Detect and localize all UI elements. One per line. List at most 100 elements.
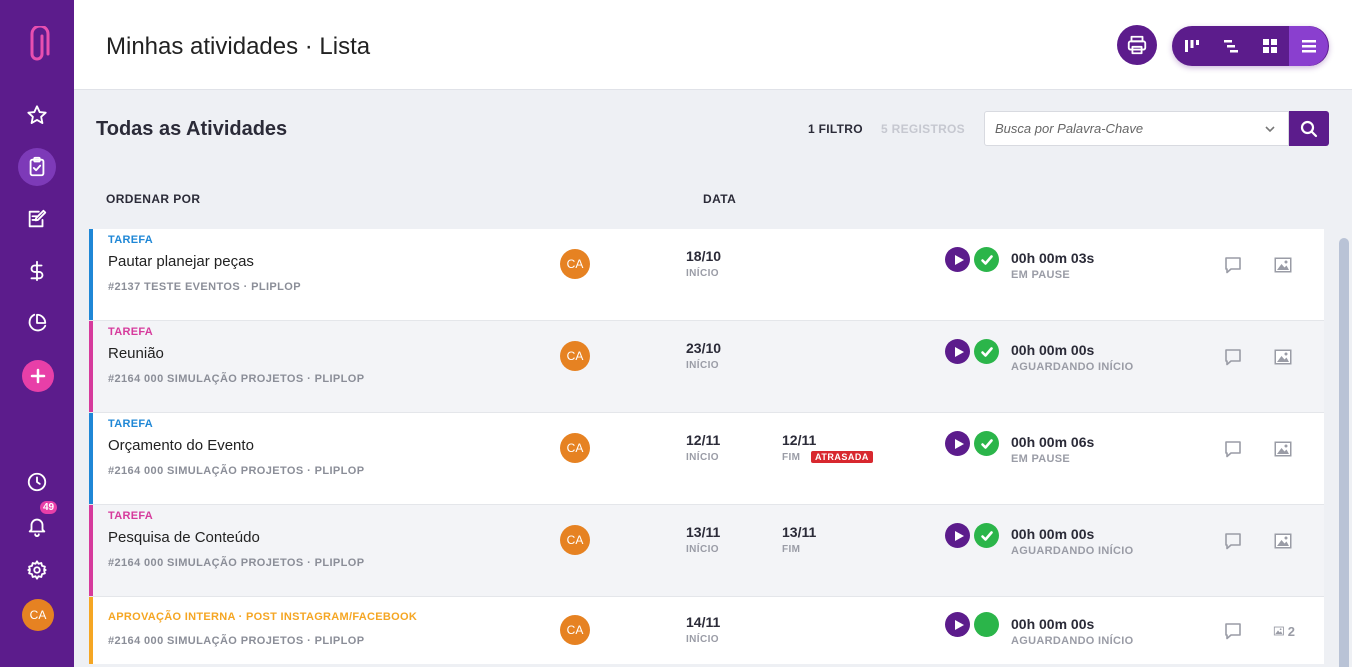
activity-title[interactable]: Orçamento do Evento (108, 437, 254, 454)
play-icon (954, 619, 964, 630)
activity-project: #2164 000 SIMULAÇÃO PROJETOS · PLIPLOP (108, 373, 365, 385)
record-count: 5 REGISTROS (881, 122, 965, 136)
search-icon (1300, 120, 1318, 137)
start-date: 23/10 (686, 340, 722, 356)
play-button[interactable] (945, 431, 970, 456)
chevron-down-icon[interactable] (1264, 122, 1276, 134)
start-date-label: INÍCIO (686, 360, 719, 371)
sidebar: 49 CA (0, 0, 74, 667)
check-icon (980, 254, 993, 265)
timer-status: AGUARDANDO INÍCIO (1011, 545, 1134, 557)
start-date-label: INÍCIO (686, 452, 719, 463)
play-button[interactable] (945, 523, 970, 548)
notification-badge: 49 (40, 501, 58, 514)
search-box (984, 111, 1289, 146)
assignee-avatar[interactable]: CA (560, 525, 590, 555)
list-item[interactable]: TAREFA Orçamento do Evento #2164 000 SIM… (89, 413, 1324, 505)
play-icon (954, 254, 964, 265)
play-button[interactable] (945, 339, 970, 364)
complete-button[interactable] (974, 339, 999, 364)
play-button[interactable] (945, 612, 970, 637)
check-icon (980, 530, 993, 541)
finance-dollar-icon[interactable] (18, 252, 56, 290)
reports-pie-chart-icon[interactable] (18, 304, 56, 342)
start-date-label: INÍCIO (686, 544, 719, 555)
page-header: Minhas atividades · Lista (74, 0, 1352, 90)
timer-status: AGUARDANDO INÍCIO (1011, 635, 1134, 647)
image-attachment-icon[interactable]: 2 (1273, 620, 1295, 642)
type-color-stripe (89, 505, 93, 596)
end-date-label: FIM (782, 452, 801, 463)
timer-value: 00h 00m 00s (1011, 526, 1095, 542)
favorites-star-icon[interactable] (18, 96, 56, 134)
activity-type: TAREFA (108, 326, 153, 338)
complete-button[interactable] (974, 247, 999, 272)
image-attachment-icon[interactable] (1273, 530, 1295, 552)
end-date: 12/11 (782, 432, 817, 448)
kanban-view-icon[interactable] (1172, 26, 1211, 66)
end-date-label: FIM (782, 544, 801, 555)
assignee-avatar[interactable]: CA (560, 249, 590, 279)
list-view-icon[interactable] (1289, 26, 1328, 66)
activity-project: #2164 000 SIMULAÇÃO PROJETOS · PLIPLOP (108, 465, 365, 477)
play-button[interactable] (945, 247, 970, 272)
filter-count-button[interactable]: 1 FILTRO (808, 122, 863, 136)
activity-title[interactable]: Reunião (108, 345, 164, 362)
image-attachment-icon[interactable] (1273, 254, 1295, 276)
list-item[interactable]: TAREFA Pesquisa de Conteúdo #2164 000 SI… (89, 505, 1324, 597)
complete-button[interactable] (974, 523, 999, 548)
activity-project: #2137 TESTE EVENTOS · PLIPLOP (108, 281, 301, 293)
date-column-label[interactable]: DATA (703, 192, 736, 206)
list-item[interactable]: TAREFA Reunião #2164 000 SIMULAÇÃO PROJE… (89, 321, 1324, 413)
activity-type: APROVAÇÃO INTERNA · POST INSTAGRAM/FACEB… (108, 611, 418, 623)
late-badge: ATRASADA (811, 451, 873, 463)
timer-status: AGUARDANDO INÍCIO (1011, 361, 1134, 373)
activity-type: TAREFA (108, 510, 153, 522)
notifications-bell-icon[interactable]: 49 (18, 501, 58, 545)
grid-view-icon[interactable] (1250, 26, 1289, 66)
image-attachment-icon[interactable] (1273, 346, 1295, 368)
user-avatar[interactable]: CA (22, 599, 54, 631)
assignee-avatar[interactable]: CA (560, 433, 590, 463)
check-icon (980, 346, 993, 357)
history-clock-icon[interactable] (18, 463, 56, 501)
scrollbar[interactable] (1339, 238, 1349, 667)
end-date: 13/11 (782, 524, 817, 540)
comment-icon[interactable] (1223, 255, 1243, 275)
gantt-view-icon[interactable] (1211, 26, 1250, 66)
complete-button[interactable] (974, 431, 999, 456)
complete-button[interactable] (974, 612, 999, 637)
print-button[interactable] (1117, 25, 1157, 65)
comment-icon[interactable] (1223, 439, 1243, 459)
paperclip-logo-icon[interactable] (22, 24, 52, 66)
add-plus-button[interactable] (22, 360, 54, 392)
settings-gear-icon[interactable] (18, 551, 56, 589)
timer-value: 00h 00m 03s (1011, 250, 1095, 266)
activity-title[interactable]: Pautar planejar peças (108, 253, 254, 270)
type-color-stripe (89, 321, 93, 412)
activity-type: TAREFA (108, 418, 153, 430)
activity-title[interactable]: Pesquisa de Conteúdo (108, 529, 260, 546)
start-date: 13/11 (686, 524, 721, 540)
type-color-stripe (89, 229, 93, 320)
comment-icon[interactable] (1223, 621, 1243, 641)
type-color-stripe (89, 597, 93, 664)
start-date: 18/10 (686, 248, 722, 264)
list-item[interactable]: TAREFA Pautar planejar peças #2137 TESTE… (89, 229, 1324, 321)
sort-by-label[interactable]: ORDENAR POR (106, 192, 200, 206)
search-input[interactable] (985, 112, 1255, 145)
assignee-avatar[interactable]: CA (560, 341, 590, 371)
page-title: Minhas atividades · Lista (106, 33, 371, 60)
activity-list: TAREFA Pautar planejar peças #2137 TESTE… (89, 229, 1324, 664)
assignee-avatar[interactable]: CA (560, 615, 590, 645)
comment-icon[interactable] (1223, 347, 1243, 367)
list-item[interactable]: APROVAÇÃO INTERNA · POST INSTAGRAM/FACEB… (89, 597, 1324, 664)
play-icon (954, 346, 964, 357)
activities-clipboard-icon[interactable] (18, 148, 56, 186)
start-date: 12/11 (686, 432, 721, 448)
image-attachment-icon[interactable] (1273, 438, 1295, 460)
edit-document-icon[interactable] (18, 200, 56, 238)
search-button[interactable] (1289, 111, 1329, 146)
comment-icon[interactable] (1223, 531, 1243, 551)
play-icon (954, 438, 964, 449)
